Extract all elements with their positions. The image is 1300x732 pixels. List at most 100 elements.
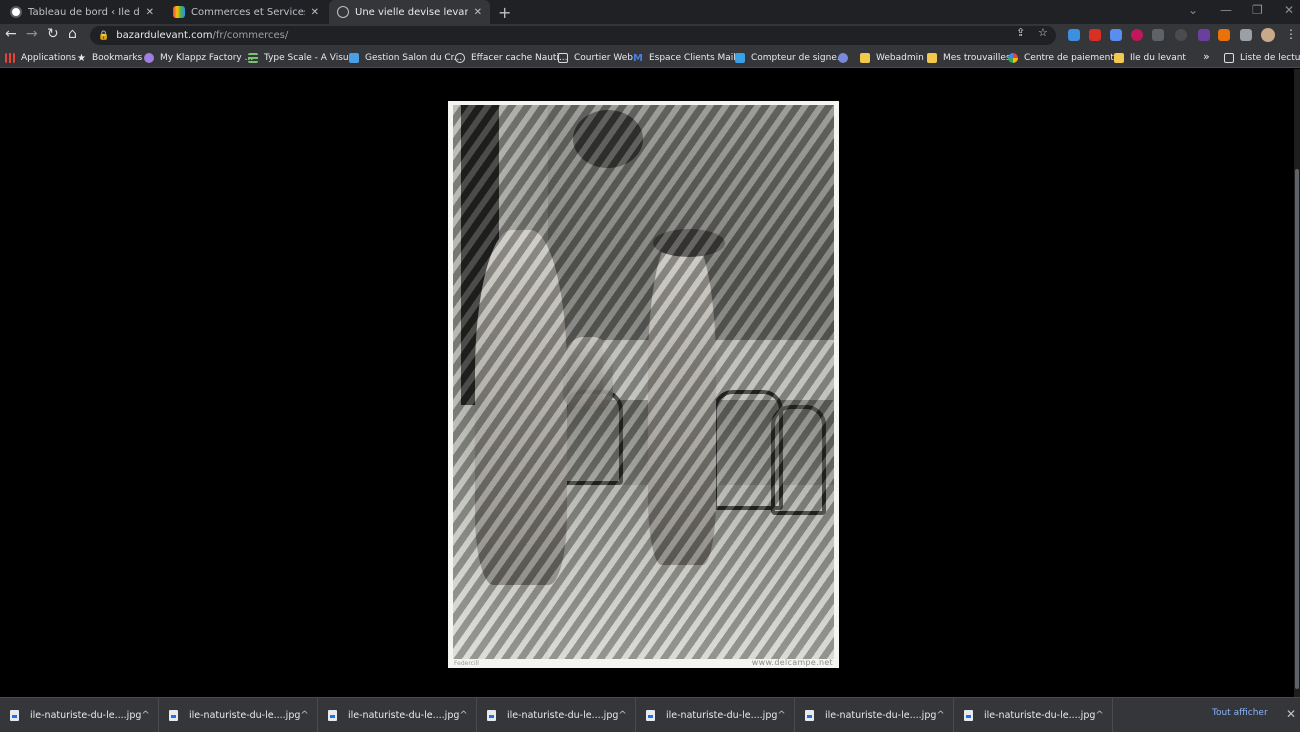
extension-cloud-icon[interactable] <box>1068 29 1080 41</box>
tab-close-icon[interactable]: ✕ <box>146 7 154 18</box>
grey-extension-icon[interactable] <box>1175 29 1187 41</box>
page-scrollbar[interactable] <box>1294 69 1300 697</box>
url-path: /fr/commerces/ <box>212 30 289 41</box>
dots-extension-icon[interactable] <box>1152 29 1164 41</box>
reload-button[interactable]: ↻ <box>47 26 59 42</box>
download-item[interactable]: ile-naturiste-du-le....jpg ^ <box>954 698 1113 732</box>
download-item[interactable]: ile-naturiste-du-le....jpg ^ <box>0 698 159 732</box>
chevron-up-icon[interactable]: ^ <box>618 710 626 721</box>
purple-extension-icon[interactable] <box>1198 29 1210 41</box>
avatar[interactable] <box>1261 28 1275 42</box>
chevron-up-icon[interactable]: ^ <box>300 710 308 721</box>
gestion-icon <box>349 52 359 63</box>
tab-strip: Tableau de bord ‹ Ile du Levant D ✕ Comm… <box>0 0 1300 24</box>
image-file-icon <box>964 710 973 721</box>
image-file-icon <box>487 710 496 721</box>
bookmark-compteur[interactable]: Compteur de signe... <box>735 51 845 64</box>
restore-button[interactable]: ❐ <box>1252 3 1263 17</box>
home-button[interactable]: ⌂ <box>68 26 77 42</box>
share-icon[interactable]: ⇪ <box>1016 26 1025 39</box>
globe-icon <box>337 6 349 18</box>
pdf-extension-icon[interactable] <box>1089 29 1101 41</box>
m-letter-icon: M <box>633 52 643 64</box>
new-tab-button[interactable]: + <box>498 3 511 22</box>
chevron-up-icon[interactable]: ^ <box>777 710 785 721</box>
tab-search-icon[interactable]: ⌄ <box>1188 3 1198 17</box>
image-file-icon <box>646 710 655 721</box>
bookmarks-overflow-button[interactable]: » <box>1203 50 1210 63</box>
image-file-icon <box>10 710 19 721</box>
toolbar: ← → ↻ ⌂ 🔒 bazardulevant.com/fr/commerces… <box>0 24 1300 47</box>
tab-close-icon[interactable]: ✕ <box>311 7 319 18</box>
bookmark-applications[interactable]: Applications <box>5 51 76 64</box>
tab-title: Une vielle devise levantine dit: «J <box>355 6 468 18</box>
postcard-image[interactable]: Federcill www.delcampe.net <box>448 101 839 668</box>
tab-commerces[interactable]: Commerces et Services - Ile du Le ✕ <box>165 0 327 24</box>
download-item[interactable]: ile-naturiste-du-le....jpg ^ <box>477 698 636 732</box>
window-close-button[interactable]: ✕ <box>1284 3 1294 17</box>
lock-icon[interactable]: 🔒 <box>98 31 109 41</box>
download-item[interactable]: ile-naturiste-du-le....jpg ^ <box>636 698 795 732</box>
bookmark-ile-du-levant[interactable]: Ile du levant <box>1114 51 1186 64</box>
image-file-icon <box>805 710 814 721</box>
back-button[interactable]: ← <box>5 26 17 42</box>
globe-icon <box>455 52 465 63</box>
folder-icon <box>1114 52 1124 63</box>
photo-shadow-stripes <box>453 105 834 659</box>
bookmark-centre-paiement[interactable]: Centre de paiement... <box>1008 51 1122 64</box>
bookmark-hex[interactable] <box>838 51 854 64</box>
tab-title: Commerces et Services - Ile du Le <box>191 6 305 18</box>
wordpress-icon <box>10 6 22 18</box>
forward-button[interactable]: → <box>26 26 38 42</box>
heart-shield-icon <box>144 52 154 63</box>
reading-list-icon <box>1224 52 1234 63</box>
address-bar[interactable]: 🔒 bazardulevant.com/fr/commerces/ <box>90 26 1056 45</box>
apps-grid-icon <box>5 52 15 63</box>
chevron-up-icon[interactable]: ^ <box>141 710 149 721</box>
bookmark-gestion-salon[interactable]: Gestion Salon du Cr... <box>349 51 462 64</box>
bookmark-webadmin[interactable]: Webadmin <box>860 51 924 64</box>
bookmark-courtier-web[interactable]: Courtier Web <box>558 51 633 64</box>
vintage-photo <box>453 105 834 659</box>
download-item[interactable]: ile-naturiste-du-le....jpg ^ <box>318 698 477 732</box>
google-icon <box>1008 52 1018 63</box>
reading-list-button[interactable]: Liste de lecture <box>1224 51 1300 64</box>
star-icon: ★ <box>77 52 86 64</box>
tool-extension-icon[interactable] <box>1218 29 1230 41</box>
bookmark-espace-clients[interactable]: M Espace Clients Mail... <box>633 51 744 64</box>
photo-caption-watermark: www.delcampe.net <box>751 658 833 667</box>
puzzle-icon[interactable] <box>1240 29 1252 41</box>
chevron-up-icon[interactable]: ^ <box>459 710 467 721</box>
download-item[interactable]: ile-naturiste-du-le....jpg ^ <box>795 698 954 732</box>
type-scale-icon <box>248 52 258 63</box>
tab-active-devise[interactable]: Une vielle devise levantine dit: «J ✕ <box>329 0 490 24</box>
chevron-up-icon[interactable]: ^ <box>1095 710 1103 721</box>
tab-close-icon[interactable]: ✕ <box>474 7 482 18</box>
site-rainbow-icon <box>173 6 185 18</box>
close-download-shelf-icon[interactable]: ✕ <box>1286 707 1296 721</box>
show-all-downloads-link[interactable]: Tout afficher <box>1212 708 1268 718</box>
chevron-up-icon[interactable]: ^ <box>936 710 944 721</box>
download-shelf: ile-naturiste-du-le....jpg ^ ile-naturist… <box>0 697 1300 732</box>
tab-title: Tableau de bord ‹ Ile du Levant D <box>28 6 140 18</box>
tab-dashboard[interactable]: Tableau de bord ‹ Ile du Levant D ✕ <box>2 0 162 24</box>
mail-icon <box>735 52 745 63</box>
document-icon <box>558 52 568 63</box>
image-file-icon <box>169 710 178 721</box>
folder-icon <box>860 52 870 63</box>
record-extension-icon[interactable] <box>1131 29 1143 41</box>
bookmark-mes-trouvailles[interactable]: Mes trouvailles <box>927 51 1011 64</box>
translate-extension-icon[interactable] <box>1110 29 1122 41</box>
url-host: bazardulevant.com <box>116 30 213 41</box>
bookmark-bookmarks[interactable]: ★ Bookmarks <box>77 51 142 64</box>
bookmark-star-icon[interactable]: ☆ <box>1038 26 1048 39</box>
bookmarks-bar: Applications ★ Bookmarks My Klappz Factor… <box>0 47 1300 68</box>
bookmark-type-scale[interactable]: Type Scale - A Visu... <box>248 51 357 64</box>
bookmark-klappz[interactable]: My Klappz Factory ... <box>144 51 253 64</box>
download-item[interactable]: ile-naturiste-du-le....jpg ^ <box>159 698 318 732</box>
minimize-button[interactable]: — <box>1220 3 1232 17</box>
menu-kebab-icon[interactable]: ⋮ <box>1285 27 1297 41</box>
scrollbar-thumb[interactable] <box>1295 169 1299 689</box>
bookmark-effacer-cache[interactable]: Effacer cache Nauti... <box>455 51 568 64</box>
photo-caption-publisher: Federcill <box>454 660 479 667</box>
